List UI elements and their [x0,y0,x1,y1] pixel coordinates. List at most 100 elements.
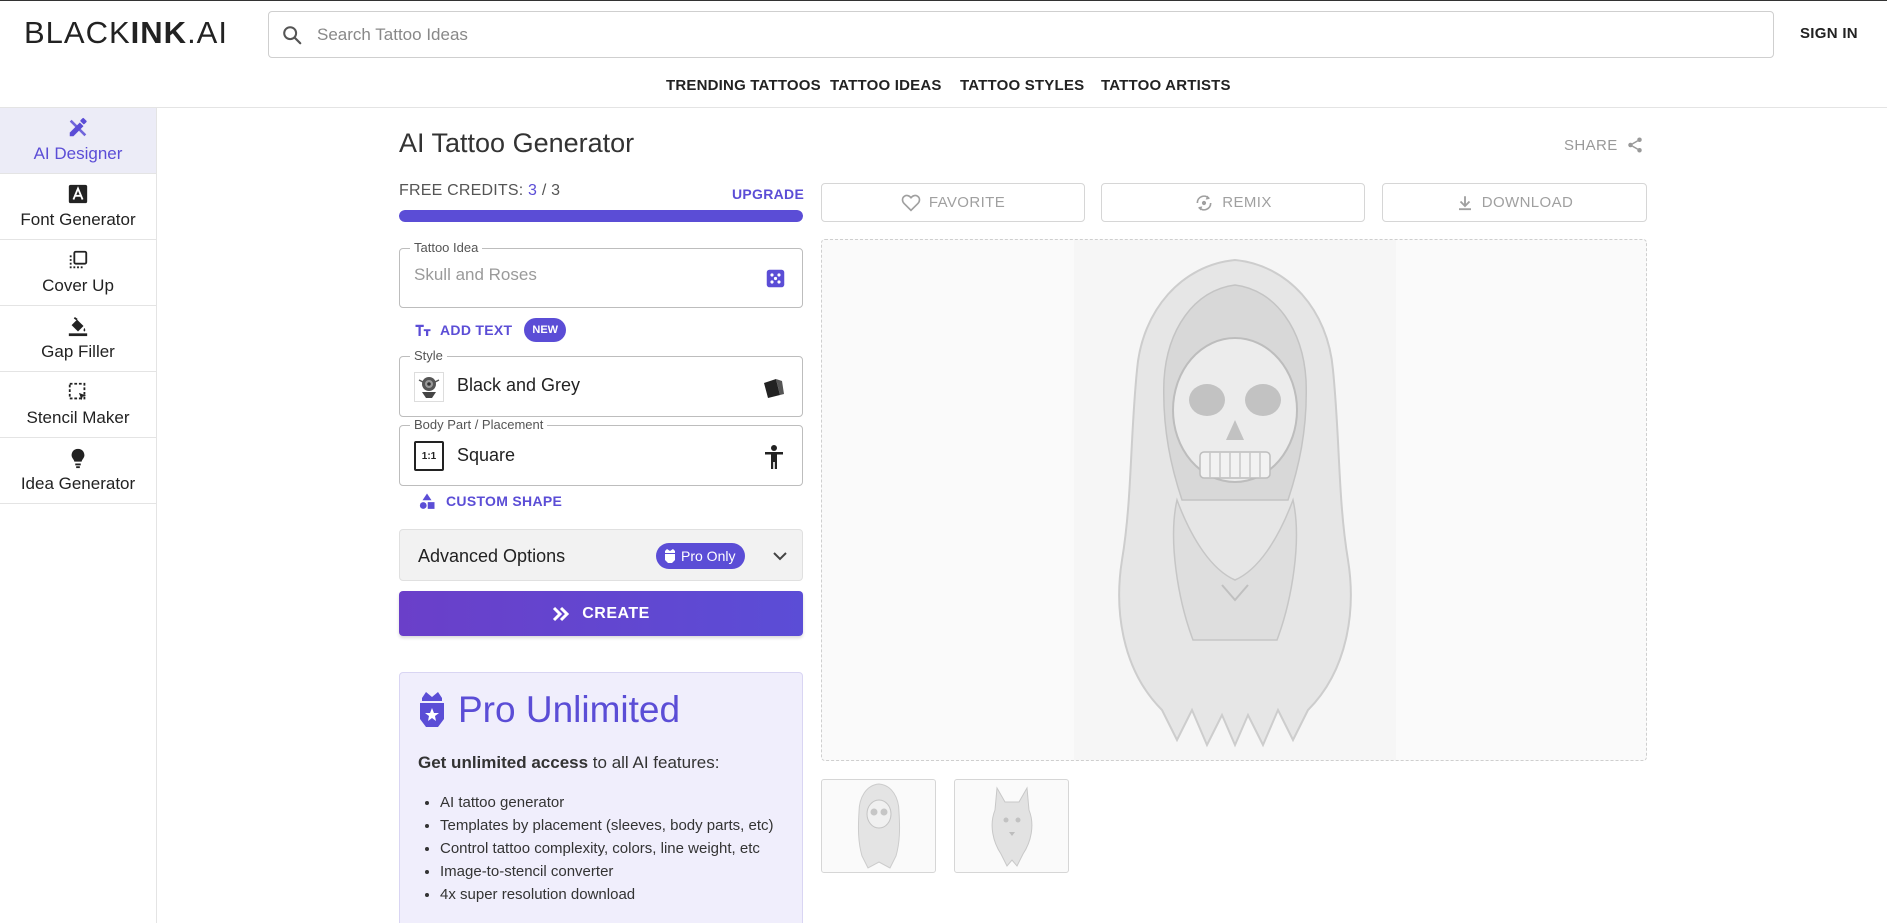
sidebar-item-cover-up[interactable]: Cover Up [0,240,156,306]
placement-field[interactable]: Body Part / Placement 1:1 Square [399,417,803,486]
credits-separator: / [541,182,547,199]
body-figure-icon[interactable] [762,444,786,470]
share-label: SHARE [1564,136,1618,154]
style-swatch-icon[interactable] [762,377,786,399]
favorite-button[interactable]: FAVORITE [821,183,1085,222]
list-item: 4x super resolution download [440,883,795,906]
credits-label: FREE CREDITS: [399,182,524,199]
heart-icon [901,194,921,212]
download-label: DOWNLOAD [1481,194,1574,211]
list-item: Templates by placement (sleeves, body pa… [440,814,795,837]
logo-suffix-text: .AI [187,15,228,50]
pen-ruler-icon [69,117,87,137]
pro-card-lead-bold: Get unlimited access [418,753,589,772]
sidebar-item-font-generator[interactable]: Font Generator [0,174,156,240]
wolf-thumbnail-image [991,786,1033,867]
page-title: AI Tattoo Generator [399,128,635,158]
sidebar-item-ai-designer[interactable]: AI Designer [0,108,156,174]
square-ratio-icon: 1:1 [414,441,444,471]
pro-card-lead-rest: to all AI features: [588,753,720,772]
style-field[interactable]: Style Black and Grey [399,348,803,417]
nav-trending-tattoos[interactable]: TRENDING TATTOOS [666,77,821,94]
advanced-options-toggle[interactable]: Advanced Options Pro Only [399,529,803,581]
sign-in-button[interactable]: SIGN IN [1800,25,1858,42]
create-button[interactable]: CREATE [399,591,803,636]
sidebar-item-label: Gap Filler [41,342,115,361]
remix-icon [1196,194,1212,211]
share-button[interactable]: SHARE [1564,136,1644,154]
search-icon [283,25,302,44]
sidebar: AI Designer Font Generator Cover Up Gap … [0,108,157,923]
upgrade-link[interactable]: UPGRADE [732,186,804,202]
advanced-options-label: Advanced Options [418,546,566,566]
double-chevron-right-icon [553,606,570,621]
credits-used: 3 [528,182,538,199]
pro-unlimited-card: Pro Unlimited Get unlimited access to al… [399,672,803,923]
thumbnail-wolf[interactable] [954,779,1069,873]
skull-thumbnail-image [857,783,901,869]
placement-value: Square [457,445,516,465]
pro-features-list: AI tattoo generator Templates by placeme… [440,791,795,906]
rose-style-icon [414,372,444,402]
add-text-label: ADD TEXT [440,322,513,338]
list-item: AI tattoo generator [440,791,795,814]
remix-label: REMIX [1222,194,1272,211]
search-input[interactable] [317,24,1717,45]
logo-bold-text: INK [130,15,188,50]
tattoo-idea-input[interactable] [414,265,744,285]
pro-only-text: Pro Only [681,548,736,564]
logo-light-text: BLACK [24,15,131,50]
custom-shape-label: CUSTOM SHAPE [446,493,563,509]
sidebar-item-stencil-maker[interactable]: Stencil Maker [0,372,156,438]
create-label: CREATE [582,604,650,622]
pro-only-badge: Pro Only [656,543,746,569]
dice-icon[interactable] [765,268,786,289]
sidebar-item-label: Stencil Maker [26,408,130,427]
sidebar-item-label: AI Designer [33,144,123,163]
nav-tattoo-artists[interactable]: TATTOO ARTISTS [1101,77,1231,94]
sidebar-item-label: Idea Generator [20,474,136,493]
share-icon [1627,137,1642,153]
tattoo-idea-label: Tattoo Idea [410,240,483,255]
tattoo-preview [821,239,1647,761]
logo[interactable]: BLACK INK .AI [24,15,228,51]
sidebar-item-gap-filler[interactable]: Gap Filler [0,306,156,372]
credits-total: 3 [551,182,561,199]
favorite-label: FAVORITE [928,194,1006,211]
tattoo-idea-field[interactable]: Tattoo Idea [399,240,803,308]
new-badge: NEW [524,318,567,342]
placement-label: Body Part / Placement [410,417,548,432]
sidebar-item-idea-generator[interactable]: Idea Generator [0,438,156,504]
paint-bucket-icon [68,316,88,337]
add-text-button[interactable]: ADD TEXT NEW [414,318,567,342]
text-format-icon [415,324,431,336]
nav-tattoo-styles[interactable]: TATTOO STYLES [960,77,1084,94]
pro-card-header: Pro Unlimited [418,689,680,731]
selection-icon [68,382,87,401]
list-item: Image-to-stencil converter [440,860,795,883]
font-a-icon [68,184,88,204]
remix-button[interactable]: REMIX [1101,183,1365,222]
pro-card-lead: Get unlimited access to all AI features: [418,753,719,773]
nav-tattoo-ideas[interactable]: TATTOO IDEAS [830,77,942,94]
free-credits: FREE CREDITS: 3 / 3 [399,182,560,200]
style-label: Style [410,348,447,363]
shapes-icon [419,493,435,509]
download-icon [1458,195,1471,210]
thumbnail-skull[interactable] [821,779,936,873]
sidebar-item-label: Font Generator [20,210,136,229]
download-button[interactable]: DOWNLOAD [1382,183,1647,222]
style-value: Black and Grey [457,375,581,395]
custom-shape-button[interactable]: CUSTOM SHAPE [418,492,562,510]
top-header: BLACKINK.AI SIGN IN TRENDING TATTOOS TAT… [0,0,1887,108]
lightbulb-icon [71,448,85,469]
layers-icon [69,250,88,269]
hooded-skull-artwork [1074,240,1396,760]
chevron-down-icon [773,552,787,561]
list-item: Control tattoo complexity, colors, line … [440,837,795,860]
main-nav: TRENDING TATTOOS TATTOO IDEAS TATTOO STY… [0,77,1887,99]
search-bar[interactable] [268,11,1774,58]
crown-skull-icon [665,549,675,563]
pro-card-title: Pro Unlimited [458,689,681,730]
credits-progress-fill [399,210,803,222]
